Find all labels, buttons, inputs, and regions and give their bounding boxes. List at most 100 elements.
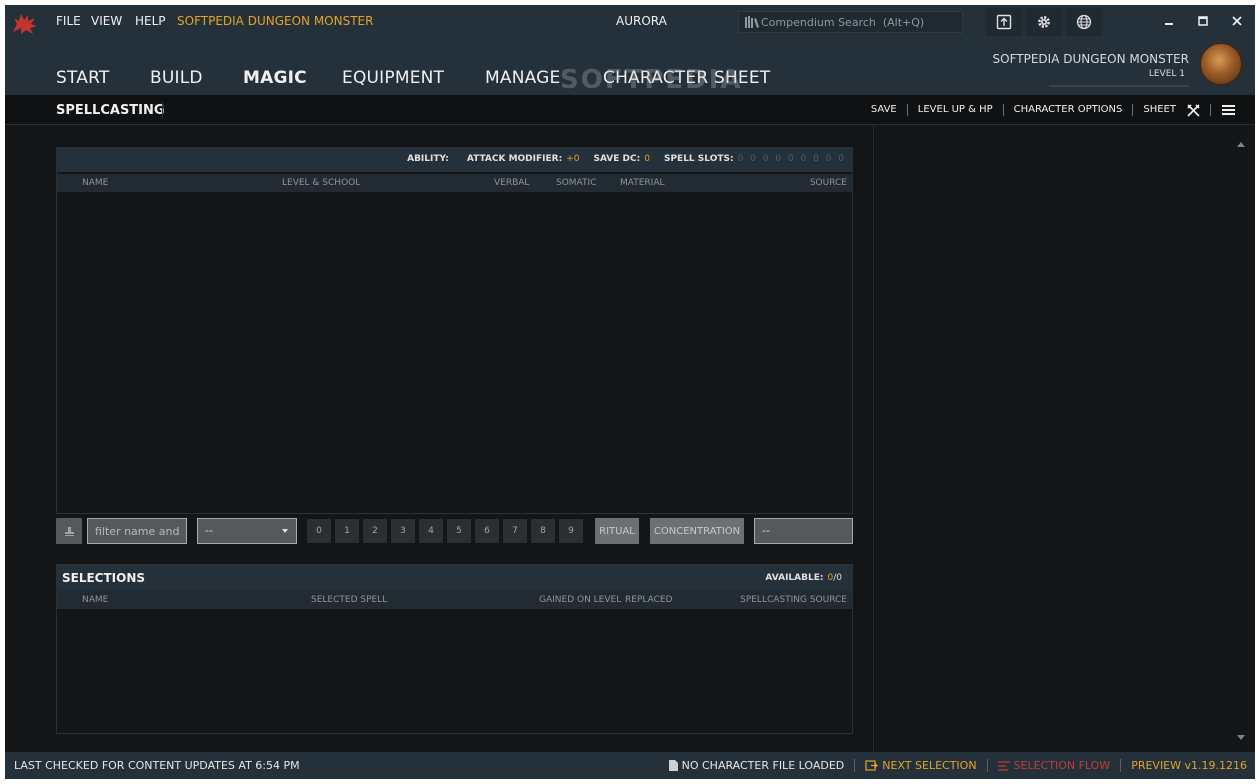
tab-manage[interactable]: MANAGE: [485, 68, 560, 88]
minimize-button[interactable]: [1159, 11, 1179, 31]
update-status: LAST CHECKED FOR CONTENT UPDATES AT 6:54…: [14, 759, 300, 772]
close-button[interactable]: [1227, 11, 1247, 31]
level-filter-9[interactable]: 9: [559, 519, 583, 543]
crossed-swords-icon[interactable]: [1186, 103, 1200, 117]
col-selected-spell[interactable]: SELECTED SPELL: [311, 595, 387, 605]
col-material[interactable]: MATERIAL: [620, 178, 665, 188]
sub-actions: SAVE LEVEL UP & HP CHARACTER OPTIONS SHE…: [861, 95, 1241, 125]
title-bar: FILE VIEW HELP SOFTPEDIA DUNGEON MONSTER…: [5, 5, 1255, 95]
col-name[interactable]: NAME: [82, 178, 108, 188]
spellcasting-panel: ABILITY: ATTACK MODIFIER: +0 SAVE DC: 0 SP…: [5, 126, 873, 752]
menu-character-link[interactable]: SOFTPEDIA DUNGEON MONSTER: [177, 14, 373, 28]
divider: [162, 102, 163, 118]
spell-slots-stat: SPELL SLOTS: 0 0 0 0 0 0 0 0 0: [663, 154, 846, 164]
spells-header-row: NAME LEVEL & SCHOOL VERBAL SOMATIC MATER…: [57, 174, 852, 192]
level-filter-6[interactable]: 6: [475, 519, 499, 543]
spell-stats: ABILITY: ATTACK MODIFIER: +0 SAVE DC: 0 SP…: [407, 154, 846, 164]
status-actions: NO CHARACTER FILE LOADED NEXT SELECTION …: [659, 752, 1247, 779]
menu-help[interactable]: HELP: [135, 14, 166, 28]
globe-icon: [1076, 14, 1092, 30]
save-button[interactable]: SAVE: [861, 104, 908, 116]
page-title: SPELLCASTING: [56, 103, 165, 118]
gear-icon: [1038, 16, 1050, 28]
ritual-toggle[interactable]: RITUAL: [595, 518, 639, 544]
language-button[interactable]: [1066, 8, 1102, 36]
level-filter-4[interactable]: 4: [419, 519, 443, 543]
sub-toolbar: SPELLCASTING SAVE LEVEL UP & HP CHARACTE…: [5, 95, 1255, 125]
col-somatic[interactable]: SOMATIC: [556, 178, 596, 188]
books-icon: [745, 16, 759, 28]
tab-character-sheet[interactable]: CHARACTER SHEET: [603, 68, 770, 88]
scroll-down-arrow-icon[interactable]: [1237, 735, 1245, 740]
next-selection-button[interactable]: NEXT SELECTION: [855, 759, 988, 772]
document-icon: [668, 760, 678, 771]
hamburger-menu-icon[interactable]: [1221, 103, 1235, 117]
selection-flow-button[interactable]: SELECTION FLOW: [988, 759, 1122, 772]
character-level: LEVEL 1: [1148, 69, 1185, 79]
flow-list-icon: [997, 760, 1010, 771]
maximize-button[interactable]: [1193, 11, 1213, 31]
tab-build[interactable]: BUILD: [150, 68, 203, 88]
col-name[interactable]: NAME: [82, 595, 108, 605]
tab-equipment[interactable]: EQUIPMENT: [342, 68, 444, 88]
spells-table: ABILITY: ATTACK MODIFIER: +0 SAVE DC: 0 SP…: [56, 147, 853, 514]
save-dc-stat: SAVE DC: 0: [593, 154, 650, 164]
level-filter-7[interactable]: 7: [503, 519, 527, 543]
source-select[interactable]: --: [754, 518, 853, 544]
version-label: PREVIEW v1.19.1216: [1131, 759, 1247, 772]
next-selection-icon: [865, 760, 879, 771]
compendium-search-input[interactable]: [761, 14, 959, 31]
tab-magic[interactable]: MAGIC: [243, 68, 307, 88]
settings-button[interactable]: [1026, 8, 1062, 36]
avatar[interactable]: [1199, 42, 1243, 86]
minimize-icon: [1165, 23, 1173, 25]
character-underline: [1049, 85, 1189, 87]
level-filter-1[interactable]: 1: [335, 519, 359, 543]
col-replaced[interactable]: REPLACED: [625, 595, 673, 605]
selections-table: SELECTIONS AVAILABLE: 0/0 NAME SELECTED S…: [56, 564, 853, 734]
compendium-search[interactable]: [738, 11, 963, 33]
scroll-up-arrow-icon[interactable]: [1237, 142, 1245, 147]
menu-file[interactable]: FILE: [56, 14, 81, 28]
selections-title-row: SELECTIONS AVAILABLE: 0/0: [57, 565, 852, 591]
close-icon: [1232, 16, 1242, 26]
dragon-logo-icon: [13, 14, 37, 34]
file-status: NO CHARACTER FILE LOADED: [659, 759, 856, 772]
upload-icon: [996, 14, 1012, 30]
character-options-button[interactable]: CHARACTER OPTIONS: [1004, 104, 1134, 116]
col-level-school[interactable]: LEVEL & SCHOOL: [282, 178, 360, 188]
level-filter-5[interactable]: 5: [447, 519, 471, 543]
ability-stat: ABILITY:: [407, 154, 449, 164]
level-filter-8[interactable]: 8: [531, 519, 555, 543]
selections-header-row: NAME SELECTED SPELL GAINED ON LEVEL REPL…: [57, 591, 852, 609]
col-gained-on-level[interactable]: GAINED ON LEVEL: [539, 595, 621, 605]
spell-name-filter-input[interactable]: [87, 518, 187, 544]
clear-filter-button[interactable]: [56, 518, 82, 544]
level-filter-3[interactable]: 3: [391, 519, 415, 543]
col-verbal[interactable]: VERBAL: [494, 178, 529, 188]
eraser-icon: [64, 526, 74, 536]
status-bar: LAST CHECKED FOR CONTENT UPDATES AT 6:54…: [5, 752, 1255, 779]
col-spellcasting-source[interactable]: SPELLCASTING SOURCE: [740, 595, 847, 605]
col-source[interactable]: SOURCE: [810, 178, 847, 188]
concentration-toggle[interactable]: CONCENTRATION: [650, 518, 744, 544]
chevron-down-icon: [282, 529, 288, 533]
divider: [1210, 104, 1211, 116]
character-name: SOFTPEDIA DUNGEON MONSTER: [992, 52, 1189, 66]
app-window: FILE VIEW HELP SOFTPEDIA DUNGEON MONSTER…: [5, 5, 1255, 779]
level-select[interactable]: --: [197, 518, 297, 544]
spell-filter-row: -- 0 1 2 3 4 5 6 7 8 9 RITUAL CONCENTRAT…: [56, 518, 853, 544]
available-count: AVAILABLE: 0/0: [765, 573, 842, 583]
share-button[interactable]: [986, 8, 1022, 36]
tab-start[interactable]: START: [56, 68, 109, 88]
level-filter-0[interactable]: 0: [307, 519, 331, 543]
spell-stats-row: ABILITY: ATTACK MODIFIER: +0 SAVE DC: 0 SP…: [57, 148, 852, 172]
level-up-button[interactable]: LEVEL UP & HP: [908, 104, 1004, 116]
maximize-icon: [1198, 16, 1208, 26]
app-title: AURORA: [616, 14, 667, 28]
level-filter-2[interactable]: 2: [363, 519, 387, 543]
sheet-button[interactable]: SHEET: [1133, 104, 1180, 116]
selections-title: SELECTIONS: [62, 571, 146, 585]
attack-modifier-stat: ATTACK MODIFIER: +0: [466, 154, 580, 164]
menu-view[interactable]: VIEW: [91, 14, 122, 28]
